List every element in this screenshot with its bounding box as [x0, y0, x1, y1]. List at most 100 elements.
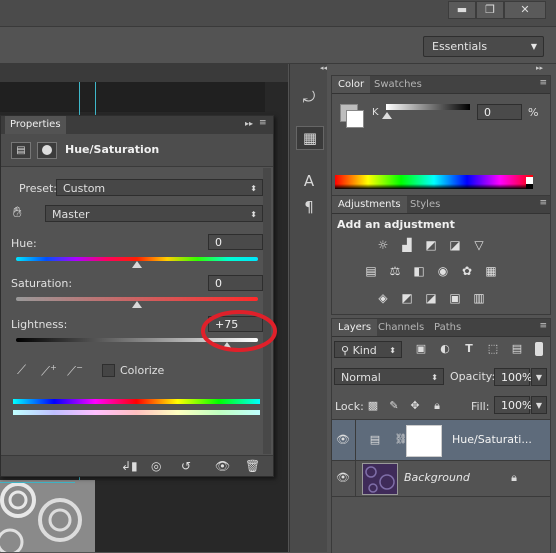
history-icon[interactable]: ⤾: [296, 86, 322, 108]
eye-icon[interactable]: 👁︎: [336, 471, 350, 485]
filter-pixel-icon[interactable]: ▣: [414, 342, 428, 356]
character-icon[interactable]: A: [296, 170, 322, 192]
collapse-icon[interactable]: ▸▸: [245, 119, 253, 128]
eyedropper-minus-icon[interactable]: ⟋−: [67, 363, 83, 379]
fill-label: Fill:: [471, 400, 490, 413]
vibrance-icon[interactable]: ▽: [471, 238, 487, 252]
filter-toggle[interactable]: [535, 342, 543, 356]
fill-dropdown-button[interactable]: ▼: [531, 396, 547, 414]
minimize-button[interactable]: ▬: [448, 1, 476, 19]
k-slider[interactable]: [386, 104, 470, 110]
lightness-label: Lightness:: [11, 318, 68, 331]
layer-thumbnail: [362, 463, 398, 495]
filter-type-icon[interactable]: T: [462, 342, 476, 356]
lock-position-icon[interactable]: ✥: [408, 399, 422, 413]
chevron-icon: ⬍: [389, 346, 396, 355]
opacity-field[interactable]: 100%: [494, 368, 532, 386]
trash-icon[interactable]: 🗑︎: [245, 459, 260, 473]
input-hue-bar: [13, 399, 260, 404]
posterize-icon[interactable]: ◩: [399, 291, 415, 305]
brightness-icon[interactable]: ☼: [375, 238, 391, 252]
tab-channels[interactable]: Channels: [372, 319, 430, 336]
tab-paths[interactable]: Paths: [428, 319, 467, 336]
lock-image-icon[interactable]: ✎: [387, 399, 401, 413]
saturation-value-field[interactable]: 0: [208, 275, 263, 291]
eye-icon[interactable]: 👁︎: [336, 433, 350, 447]
selective-color-icon[interactable]: ▣: [447, 291, 463, 305]
preset-dropdown[interactable]: Custom ⬍: [56, 179, 263, 196]
white-swatch[interactable]: [526, 177, 533, 184]
properties-icon[interactable]: ▦: [296, 126, 324, 150]
tab-swatches[interactable]: Swatches: [368, 76, 428, 93]
adjustment-type-icon[interactable]: ▤: [11, 142, 31, 159]
eyedropper-icon[interactable]: ⟋: [17, 363, 26, 378]
color-balance-icon[interactable]: ⚖: [387, 264, 403, 278]
lock-transparent-icon[interactable]: ▩: [366, 399, 380, 413]
layer-name[interactable]: Hue/Saturati...: [452, 433, 532, 446]
threshold-icon[interactable]: ◪: [423, 291, 439, 305]
collapse-icon[interactable]: ◂◂: [290, 64, 327, 74]
opacity-dropdown-button[interactable]: ▼: [531, 368, 547, 386]
layer-filter-dropdown[interactable]: ⚲ Kind ⬍: [334, 341, 402, 358]
output-hue-bar: [13, 410, 260, 415]
paragraph-icon[interactable]: ¶: [296, 196, 322, 218]
background-swatch[interactable]: [346, 110, 364, 128]
percent-label: %: [528, 106, 539, 119]
hue-saturation-layer-icon: ▤: [369, 433, 381, 446]
panel-menu-icon[interactable]: ≡: [539, 78, 547, 88]
photo-filter-icon[interactable]: ◉: [435, 264, 451, 278]
fill-field[interactable]: 100%: [494, 396, 532, 414]
layer-row[interactable]: 👁︎ ▤ ⛓ Hue/Saturati...: [332, 419, 550, 461]
document-tab-strip: [0, 64, 288, 82]
k-slider-thumb[interactable]: [382, 112, 392, 119]
guide-line: [0, 482, 75, 483]
filter-adjustment-icon[interactable]: ◐: [438, 342, 452, 356]
panel-menu-icon[interactable]: ≡: [259, 118, 267, 128]
eyedropper-plus-icon[interactable]: ⟋+: [41, 363, 57, 379]
gradient-map-icon[interactable]: ▥: [471, 291, 487, 305]
search-icon: ⚲: [341, 344, 353, 357]
black-swatch[interactable]: [526, 184, 533, 189]
adjustments-heading: Add an adjustment: [337, 218, 455, 231]
layer-row[interactable]: 👁︎ Background 🔒︎: [332, 460, 550, 497]
hue-value-field[interactable]: 0: [208, 234, 263, 250]
channel-mixer-icon[interactable]: ✿: [459, 264, 475, 278]
mask-icon[interactable]: [37, 142, 57, 159]
tab-layers[interactable]: Layers: [332, 319, 378, 336]
k-value-field[interactable]: 0: [477, 104, 522, 120]
blend-mode-dropdown[interactable]: Normal ⬍: [334, 368, 444, 385]
color-lookup-icon[interactable]: ▦: [483, 264, 499, 278]
tab-styles[interactable]: Styles: [404, 196, 446, 213]
layer-mask-thumbnail[interactable]: [406, 425, 442, 457]
tab-adjustments[interactable]: Adjustments: [332, 196, 407, 213]
chevron-icon: ⬍: [250, 210, 257, 219]
black-white-icon[interactable]: ◧: [411, 264, 427, 278]
filter-smart-icon[interactable]: ▤: [510, 342, 524, 356]
curves-icon[interactable]: ◩: [423, 238, 439, 252]
panel-menu-icon[interactable]: ≡: [539, 321, 547, 331]
lock-all-icon[interactable]: 🔒︎: [430, 399, 444, 413]
restore-button[interactable]: ❐: [476, 1, 504, 19]
view-previous-icon[interactable]: ◎: [151, 459, 161, 473]
hue-slider-thumb[interactable]: [132, 261, 142, 268]
visibility-eye-icon[interactable]: 👁︎: [215, 459, 230, 473]
filter-shape-icon[interactable]: ⬚: [486, 342, 500, 356]
clip-to-layer-icon[interactable]: ↲▮: [121, 459, 138, 473]
layer-name[interactable]: Background: [404, 471, 470, 484]
targeted-adjustment-hand-icon[interactable]: ✋︎: [13, 203, 22, 221]
invert-icon[interactable]: ◈: [375, 291, 391, 305]
color-spectrum[interactable]: [335, 175, 533, 189]
reset-icon[interactable]: ↺: [181, 459, 191, 473]
panel-menu-icon[interactable]: ≡: [539, 198, 547, 208]
tab-properties[interactable]: Properties: [5, 116, 66, 134]
exposure-icon[interactable]: ◪: [447, 238, 463, 252]
hue-saturation-icon[interactable]: ▤: [363, 264, 379, 278]
channel-dropdown[interactable]: Master ⬍: [45, 205, 263, 222]
close-button[interactable]: ✕: [504, 1, 546, 19]
levels-icon[interactable]: ▟: [399, 238, 415, 252]
collapse-icon[interactable]: ▸▸: [536, 64, 550, 74]
saturation-slider-thumb[interactable]: [132, 301, 142, 308]
workspace-switcher[interactable]: Essentials ▼: [423, 36, 544, 57]
tab-color[interactable]: Color: [332, 76, 371, 93]
colorize-checkbox[interactable]: [102, 364, 115, 377]
